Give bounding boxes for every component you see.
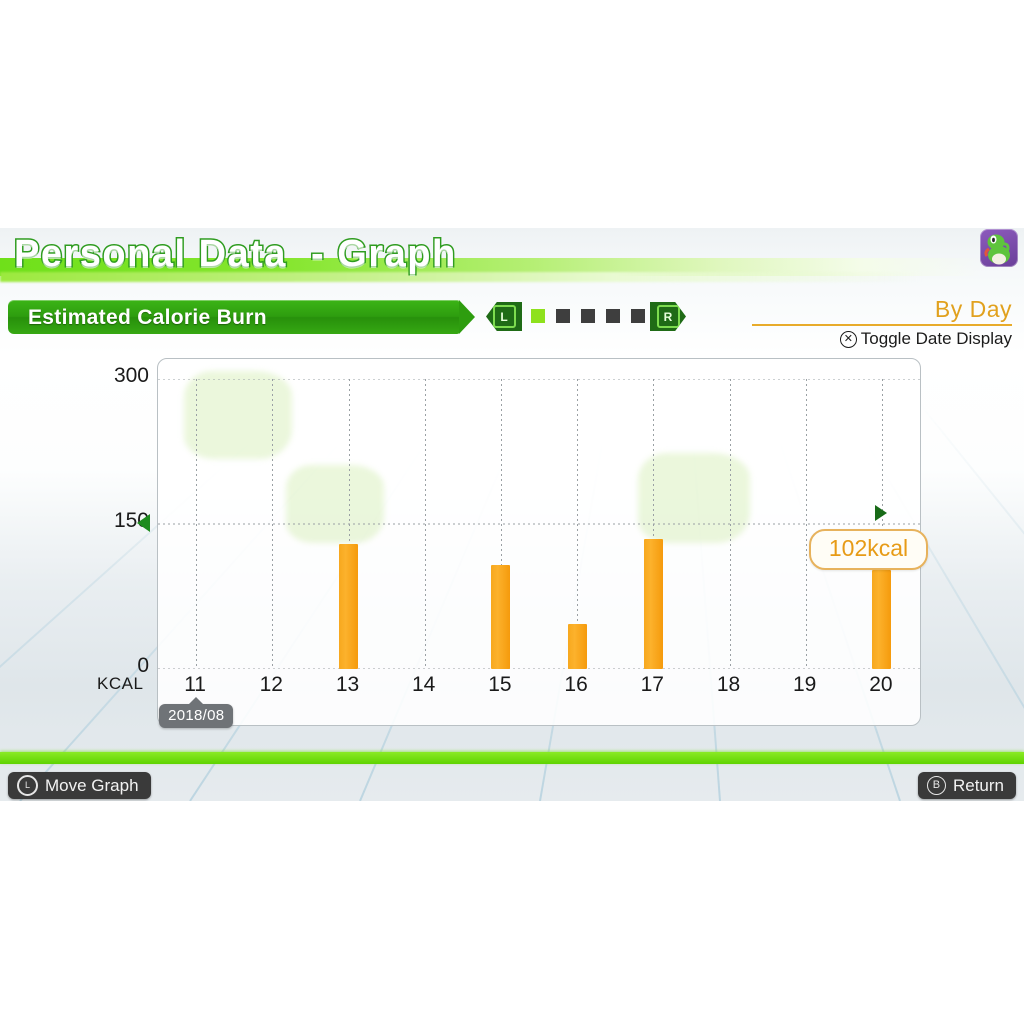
page-dot-3[interactable] <box>581 309 595 323</box>
toggle-date-display-label: Toggle Date Display <box>860 329 1012 348</box>
move-graph-button[interactable]: L Move Graph <box>8 772 151 799</box>
footer-accent-bar <box>0 752 1024 764</box>
date-mode-label: By Day <box>934 296 1012 322</box>
chart-bar[interactable] <box>643 538 663 669</box>
page-title: Personal Data - Graph <box>13 232 457 277</box>
x-axis-tick-label[interactable]: 11 <box>175 673 215 697</box>
value-marker-left-icon <box>137 514 150 532</box>
x-axis-tick-label[interactable]: 15 <box>480 673 520 697</box>
x-axis-tick-label[interactable]: 13 <box>328 673 368 697</box>
r-shoulder-icon: R <box>656 305 680 328</box>
yoshi-avatar-icon[interactable] <box>980 229 1018 267</box>
return-button[interactable]: B Return <box>917 772 1016 799</box>
chart-bar[interactable] <box>567 623 587 669</box>
x-axis-tick-label[interactable]: 14 <box>404 673 444 697</box>
chart-bar[interactable] <box>339 544 358 669</box>
chart-gridlines <box>158 379 920 669</box>
metric-label: Estimated Calorie Burn <box>28 306 267 329</box>
chart-panel <box>157 358 921 726</box>
left-stick-icon: L <box>17 775 38 796</box>
page-dot-2[interactable] <box>556 309 570 323</box>
x-axis-tick-label[interactable]: 19 <box>785 673 825 697</box>
y-axis-tick-label: 300 <box>113 364 149 387</box>
date-badge: 2018/08 <box>159 697 234 728</box>
chart-bar[interactable] <box>872 570 892 669</box>
date-mode-underline <box>752 324 1012 326</box>
subheader-row: Estimated Calorie Burn L R By Day ✕ Togg… <box>0 296 1024 349</box>
move-graph-label: Move Graph <box>45 775 139 795</box>
x-axis-tick-label[interactable]: 12 <box>251 673 291 697</box>
page-dot-4[interactable] <box>606 309 620 323</box>
x-axis-tick-label[interactable]: 17 <box>632 673 672 697</box>
game-screen: Personal Data - Graph Estimated Calorie … <box>0 228 1024 801</box>
l-shoulder-icon: L <box>492 305 516 328</box>
return-label: Return <box>952 775 1004 795</box>
chart-plot-area <box>158 379 920 669</box>
toggle-date-display-button[interactable]: ✕ Toggle Date Display <box>752 329 1012 349</box>
page-next-button[interactable]: R <box>650 302 686 331</box>
x-axis-tick-label[interactable]: 18 <box>709 673 749 697</box>
page-indicator <box>531 309 645 323</box>
b-button-icon: B <box>926 776 946 795</box>
x-button-icon: ✕ <box>839 330 857 348</box>
date-mode-group: By Day ✕ Toggle Date Display <box>752 296 1012 349</box>
x-axis-tick-label[interactable]: 16 <box>556 673 596 697</box>
chart-bar[interactable] <box>491 564 511 669</box>
page-dot-5[interactable] <box>631 309 645 323</box>
value-marker-right-icon <box>874 505 887 521</box>
value-callout: 102kcal <box>808 529 929 570</box>
page-prev-button[interactable]: L <box>486 302 522 331</box>
page-dot-1[interactable] <box>531 309 545 323</box>
x-axis-tick-label[interactable]: 20 <box>861 673 901 697</box>
metric-selector[interactable]: Estimated Calorie Burn <box>8 300 475 334</box>
y-axis-unit-label: KCAL <box>97 674 144 693</box>
screenshot-canvas: Personal Data - Graph Estimated Calorie … <box>0 0 1024 1024</box>
